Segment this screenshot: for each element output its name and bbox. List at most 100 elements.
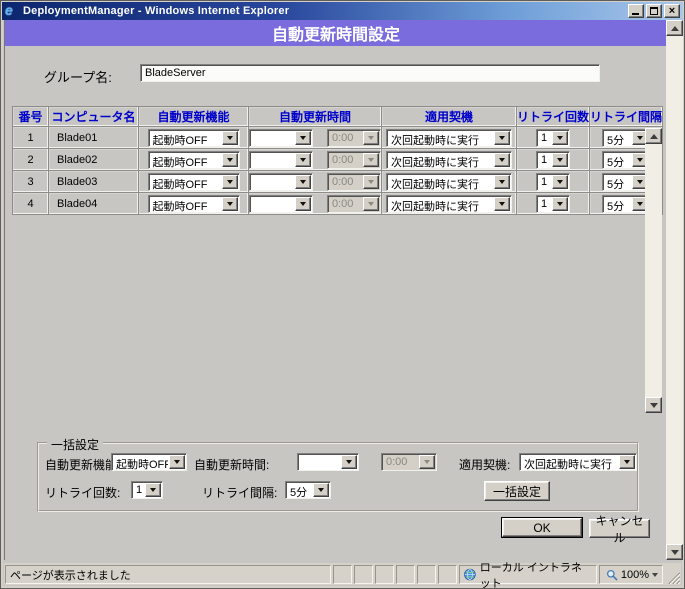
update-time-minute-select: 0:00 (327, 129, 381, 147)
cell-no: 2 (13, 149, 49, 171)
group-name-input[interactable]: BladeServer (140, 64, 600, 82)
batch-trigger-select[interactable]: 次回起動時に実行 (519, 453, 637, 471)
status-panel (438, 565, 457, 584)
batch-retry-interval-select[interactable]: 5分 (285, 481, 331, 499)
retry-interval-select[interactable]: 5分 (602, 195, 650, 213)
page-title: 自動更新時間設定 (5, 20, 667, 46)
retry-interval-select[interactable]: 5分 (602, 129, 650, 147)
dropdown-arrow-icon[interactable] (295, 175, 311, 189)
cell-computer-name: Blade04 (49, 193, 139, 215)
dropdown-arrow-icon[interactable] (295, 153, 311, 167)
minimize-icon (632, 13, 639, 15)
scroll-up-button[interactable] (666, 20, 683, 36)
minimize-button[interactable] (628, 4, 644, 18)
batch-retry-interval-label: リトライ間隔: (202, 484, 277, 501)
close-button[interactable]: × (664, 4, 680, 18)
batch-apply-button[interactable]: 一括設定 (484, 481, 550, 501)
dropdown-arrow-icon[interactable] (494, 175, 510, 189)
page-scrollbar[interactable] (666, 20, 683, 560)
col-header-update-time: 自動更新時間 (249, 107, 382, 127)
dropdown-arrow-icon[interactable] (295, 131, 311, 145)
update-func-select[interactable]: 起動時OFF (148, 195, 240, 213)
dropdown-arrow-icon[interactable] (295, 197, 311, 211)
col-header-update-func: 自動更新機能 (139, 107, 249, 127)
batch-update-time-label: 自動更新時間: (194, 456, 269, 473)
dropdown-arrow-icon[interactable] (494, 153, 510, 167)
update-time-select[interactable] (249, 129, 313, 147)
dropdown-arrow-icon[interactable] (145, 483, 161, 497)
close-icon: × (665, 5, 679, 17)
batch-retry-count-label: リトライ回数: (45, 484, 120, 501)
table-row: 3 Blade03 起動時OFF 0:00 次回起動時に実行 1 5分 (13, 171, 663, 193)
group-name-label: グループ名: (44, 67, 112, 86)
dropdown-arrow-icon[interactable] (222, 131, 238, 145)
status-panel (417, 565, 436, 584)
update-func-select[interactable]: 起動時OFF (148, 129, 240, 147)
dropdown-arrow-icon[interactable] (169, 455, 185, 469)
dropdown-arrow-icon[interactable] (494, 197, 510, 211)
dropdown-arrow-icon[interactable] (552, 175, 568, 189)
status-panel (354, 565, 373, 584)
chevron-down-icon[interactable] (652, 573, 658, 580)
retry-count-select[interactable]: 1 (536, 173, 570, 191)
update-time-select[interactable] (249, 195, 313, 213)
col-header-retry-interval: リトライ間隔 (590, 107, 663, 127)
resize-grip[interactable] (665, 569, 680, 584)
batch-retry-count-select[interactable]: 1 (131, 481, 163, 499)
retry-count-select[interactable]: 1 (536, 151, 570, 169)
cell-computer-name: Blade03 (49, 171, 139, 193)
cell-no: 3 (13, 171, 49, 193)
dropdown-arrow-icon (363, 175, 379, 189)
table-header-row: 番号 コンピュータ名 自動更新機能 自動更新時間 適用契機 リトライ回数 リトラ… (13, 107, 663, 127)
dropdown-arrow-icon[interactable] (341, 455, 357, 469)
dropdown-arrow-icon[interactable] (222, 153, 238, 167)
zoom-control[interactable]: 100% (599, 565, 663, 584)
up-arrow-icon (650, 130, 658, 139)
retry-interval-select[interactable]: 5分 (602, 173, 650, 191)
dropdown-arrow-icon[interactable] (313, 483, 329, 497)
cancel-button[interactable]: キャンセル (589, 519, 650, 538)
retry-count-select[interactable]: 1 (536, 129, 570, 147)
retry-interval-select[interactable]: 5分 (602, 151, 650, 169)
resize-grip-icon (665, 569, 680, 584)
batch-trigger-label: 適用契機: (459, 456, 510, 473)
title-bar: e DeploymentManager - Windows Internet E… (2, 2, 683, 20)
magnifier-icon (606, 569, 618, 581)
table-scrollbar[interactable] (645, 128, 662, 413)
maximize-icon (650, 7, 658, 15)
security-zone-label: ローカル イントラネット (480, 559, 592, 589)
globe-icon (464, 568, 476, 581)
security-zone-panel: ローカル イントラネット (459, 565, 597, 584)
dropdown-arrow-icon[interactable] (222, 197, 238, 211)
dropdown-arrow-icon[interactable] (552, 197, 568, 211)
dropdown-arrow-icon[interactable] (619, 455, 635, 469)
batch-update-func-select[interactable]: 起動時OFF (111, 453, 187, 471)
update-func-select[interactable]: 起動時OFF (148, 173, 240, 191)
dropdown-arrow-icon[interactable] (552, 131, 568, 145)
ok-button[interactable]: OK (502, 518, 582, 537)
down-arrow-icon (671, 550, 679, 559)
scroll-down-button[interactable] (645, 397, 662, 413)
maximize-button[interactable] (646, 4, 662, 18)
scroll-up-button[interactable] (645, 128, 662, 144)
update-time-select[interactable] (249, 173, 313, 191)
col-header-no: 番号 (13, 107, 49, 127)
ie-logo-icon: e (5, 4, 19, 18)
update-time-select[interactable] (249, 151, 313, 169)
retry-count-select[interactable]: 1 (536, 195, 570, 213)
batch-update-time-select[interactable] (297, 453, 359, 471)
page-viewport: 自動更新時間設定 グループ名: BladeServer 番号 コンピュータ名 自… (4, 20, 683, 560)
dropdown-arrow-icon[interactable] (552, 153, 568, 167)
dropdown-arrow-icon (363, 197, 379, 211)
scroll-down-button[interactable] (666, 544, 683, 560)
dropdown-arrow-icon[interactable] (494, 131, 510, 145)
window-title: DeploymentManager - Windows Internet Exp… (23, 5, 289, 17)
trigger-select[interactable]: 次回起動時に実行 (386, 151, 512, 169)
trigger-select[interactable]: 次回起動時に実行 (386, 195, 512, 213)
update-time-minute-select: 0:00 (327, 195, 381, 213)
trigger-select[interactable]: 次回起動時に実行 (386, 173, 512, 191)
trigger-select[interactable]: 次回起動時に実行 (386, 129, 512, 147)
update-func-select[interactable]: 起動時OFF (148, 151, 240, 169)
status-panel (375, 565, 394, 584)
dropdown-arrow-icon[interactable] (222, 175, 238, 189)
